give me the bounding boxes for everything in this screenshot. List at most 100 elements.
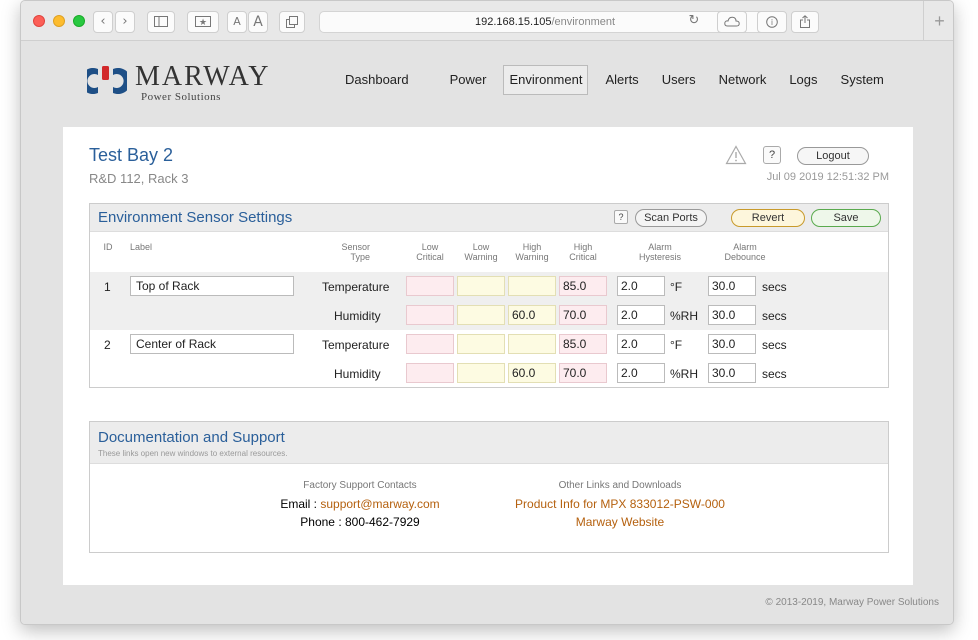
hysteresis-input[interactable]: 2.0 xyxy=(617,305,665,325)
hysteresis-input[interactable]: 2.0 xyxy=(617,363,665,383)
high-critical-input[interactable]: 70.0 xyxy=(559,363,607,383)
page-subtitle: R&D 112, Rack 3 xyxy=(89,171,189,186)
text-smaller-button[interactable]: A xyxy=(227,11,247,33)
close-window-button[interactable] xyxy=(33,15,45,27)
sensor-label-input[interactable]: Center of Rack xyxy=(130,334,294,354)
support-email-link[interactable]: support@marway.com xyxy=(320,497,439,511)
col-low-warning: Low Warning xyxy=(457,242,505,262)
nav-system[interactable]: System xyxy=(835,65,890,95)
content-card: Test Bay 2 R&D 112, Rack 3 ? Logout Jul … xyxy=(63,127,913,585)
tabs-overview-icon[interactable] xyxy=(279,11,305,33)
forward-icon[interactable]: › xyxy=(115,11,135,33)
nav-power[interactable]: Power xyxy=(444,65,493,95)
debounce-unit: secs xyxy=(762,309,787,323)
col-high-warning: High Warning xyxy=(508,242,556,262)
email-label: Email : xyxy=(280,497,321,511)
low-critical-input[interactable] xyxy=(406,305,454,325)
low-critical-input[interactable] xyxy=(406,334,454,354)
col-low-warning-l2: Warning xyxy=(464,252,498,262)
documentation-panel-title: Documentation and Support xyxy=(98,429,285,446)
revert-button[interactable]: Revert xyxy=(731,209,805,227)
col-debounce: Alarm Debounce xyxy=(705,242,785,262)
brand-name: MARWAY xyxy=(135,61,271,92)
low-warning-input[interactable] xyxy=(457,334,505,354)
cloud-tabs-icon[interactable] xyxy=(717,11,747,33)
sensor-2-temperature-row: 2 Center of Rack Temperature 85.0 2.0 °F… xyxy=(90,330,888,359)
brand-tagline: Power Solutions xyxy=(141,91,221,103)
nav-network[interactable]: Network xyxy=(713,65,773,95)
high-critical-input[interactable]: 85.0 xyxy=(559,334,607,354)
sensor-label-input[interactable]: Top of Rack xyxy=(130,276,294,296)
site-header: MARWAY Power Solutions Dashboard Power E… xyxy=(21,41,953,117)
debounce-input[interactable]: 30.0 xyxy=(708,276,756,296)
marway-website-link[interactable]: Marway Website xyxy=(490,514,750,530)
col-high-warning-l1: High xyxy=(522,242,542,252)
col-id: ID xyxy=(103,242,113,252)
debounce-input[interactable]: 30.0 xyxy=(708,305,756,325)
hysteresis-input[interactable]: 2.0 xyxy=(617,276,665,296)
col-low-critical-l2: Critical xyxy=(416,252,444,262)
high-critical-input[interactable]: 70.0 xyxy=(559,305,607,325)
main-nav: Dashboard Power Environment Alerts Users… xyxy=(339,65,901,95)
marway-logo[interactable]: MARWAY Power Solutions xyxy=(87,61,287,105)
documentation-panel: Documentation and Support These links op… xyxy=(89,421,889,553)
low-warning-input[interactable] xyxy=(457,276,505,296)
sensor-2-humidity-row: Humidity 60.0 70.0 2.0 %RH 30.0 secs xyxy=(90,359,888,388)
hysteresis-input[interactable]: 2.0 xyxy=(617,334,665,354)
debounce-input[interactable]: 30.0 xyxy=(708,363,756,383)
nav-environment[interactable]: Environment xyxy=(503,65,589,95)
marway-logo-icon xyxy=(87,66,127,94)
col-debounce-l1: Alarm xyxy=(733,242,757,252)
col-high-critical-l2: Critical xyxy=(569,252,597,262)
high-warning-input[interactable]: 60.0 xyxy=(508,305,556,325)
new-tab-icon[interactable]: + xyxy=(923,1,953,41)
zoom-window-button[interactable] xyxy=(73,15,85,27)
sensor-id: 2 xyxy=(104,338,111,352)
logout-button[interactable]: Logout xyxy=(797,147,869,165)
sensor-help-button[interactable]: ? xyxy=(614,210,628,224)
info-icon[interactable]: i xyxy=(757,11,787,33)
share-icon[interactable] xyxy=(791,11,819,33)
high-warning-input[interactable]: 60.0 xyxy=(508,363,556,383)
sidebar-icon[interactable] xyxy=(147,11,175,33)
debounce-input[interactable]: 30.0 xyxy=(708,334,756,354)
links-header: Other Links and Downloads xyxy=(558,480,682,491)
col-hysteresis: Alarm Hysteresis xyxy=(615,242,705,262)
low-warning-input[interactable] xyxy=(457,363,505,383)
col-low-critical: Low Critical xyxy=(406,242,454,262)
nav-logs[interactable]: Logs xyxy=(783,65,823,95)
hysteresis-unit: %RH xyxy=(670,309,699,323)
col-high-warning-l2: Warning xyxy=(515,252,549,262)
hysteresis-unit: °F xyxy=(670,280,683,294)
debounce-unit: secs xyxy=(762,338,787,352)
text-larger-button[interactable]: A xyxy=(248,11,268,33)
low-critical-input[interactable] xyxy=(406,363,454,383)
save-button[interactable]: Save xyxy=(811,209,881,227)
back-icon[interactable]: ‹ xyxy=(93,11,113,33)
product-info-link[interactable]: Product Info for MPX 833012-PSW-000 xyxy=(490,496,750,512)
sensor-1-temperature-row: 1 Top of Rack Temperature 85.0 2.0 °F 30… xyxy=(90,272,888,301)
documentation-panel-description: These links open new windows to external… xyxy=(98,449,288,458)
warning-icon[interactable] xyxy=(725,145,747,165)
low-critical-input[interactable] xyxy=(406,276,454,296)
high-warning-input[interactable] xyxy=(508,334,556,354)
reload-icon[interactable]: ↻ xyxy=(681,11,707,33)
sensor-1-humidity-row: Humidity 60.0 70.0 2.0 %RH 30.0 secs xyxy=(90,301,888,330)
low-warning-input[interactable] xyxy=(457,305,505,325)
help-button[interactable]: ? xyxy=(763,146,781,164)
col-high-critical: High Critical xyxy=(559,242,607,262)
bookmarks-icon[interactable]: ★ xyxy=(187,11,219,33)
scan-ports-button[interactable]: Scan Ports xyxy=(635,209,707,227)
minimize-window-button[interactable] xyxy=(53,15,65,27)
nav-users[interactable]: Users xyxy=(656,65,702,95)
high-warning-input[interactable] xyxy=(508,276,556,296)
sensor-id: 1 xyxy=(104,280,111,294)
sensor-type: Temperature xyxy=(322,280,390,294)
high-critical-input[interactable]: 85.0 xyxy=(559,276,607,296)
documentation-panel-header: Documentation and Support These links op… xyxy=(90,422,888,464)
nav-dashboard[interactable]: Dashboard xyxy=(339,65,415,95)
sensor-settings-panel: Environment Sensor Settings ? Scan Ports… xyxy=(89,203,889,388)
nav-alerts[interactable]: Alerts xyxy=(599,65,644,95)
page-title: Test Bay 2 xyxy=(89,145,174,165)
browser-window: ‹ › ★ A A 192.168.15.105/environment ↻ i… xyxy=(20,0,954,625)
